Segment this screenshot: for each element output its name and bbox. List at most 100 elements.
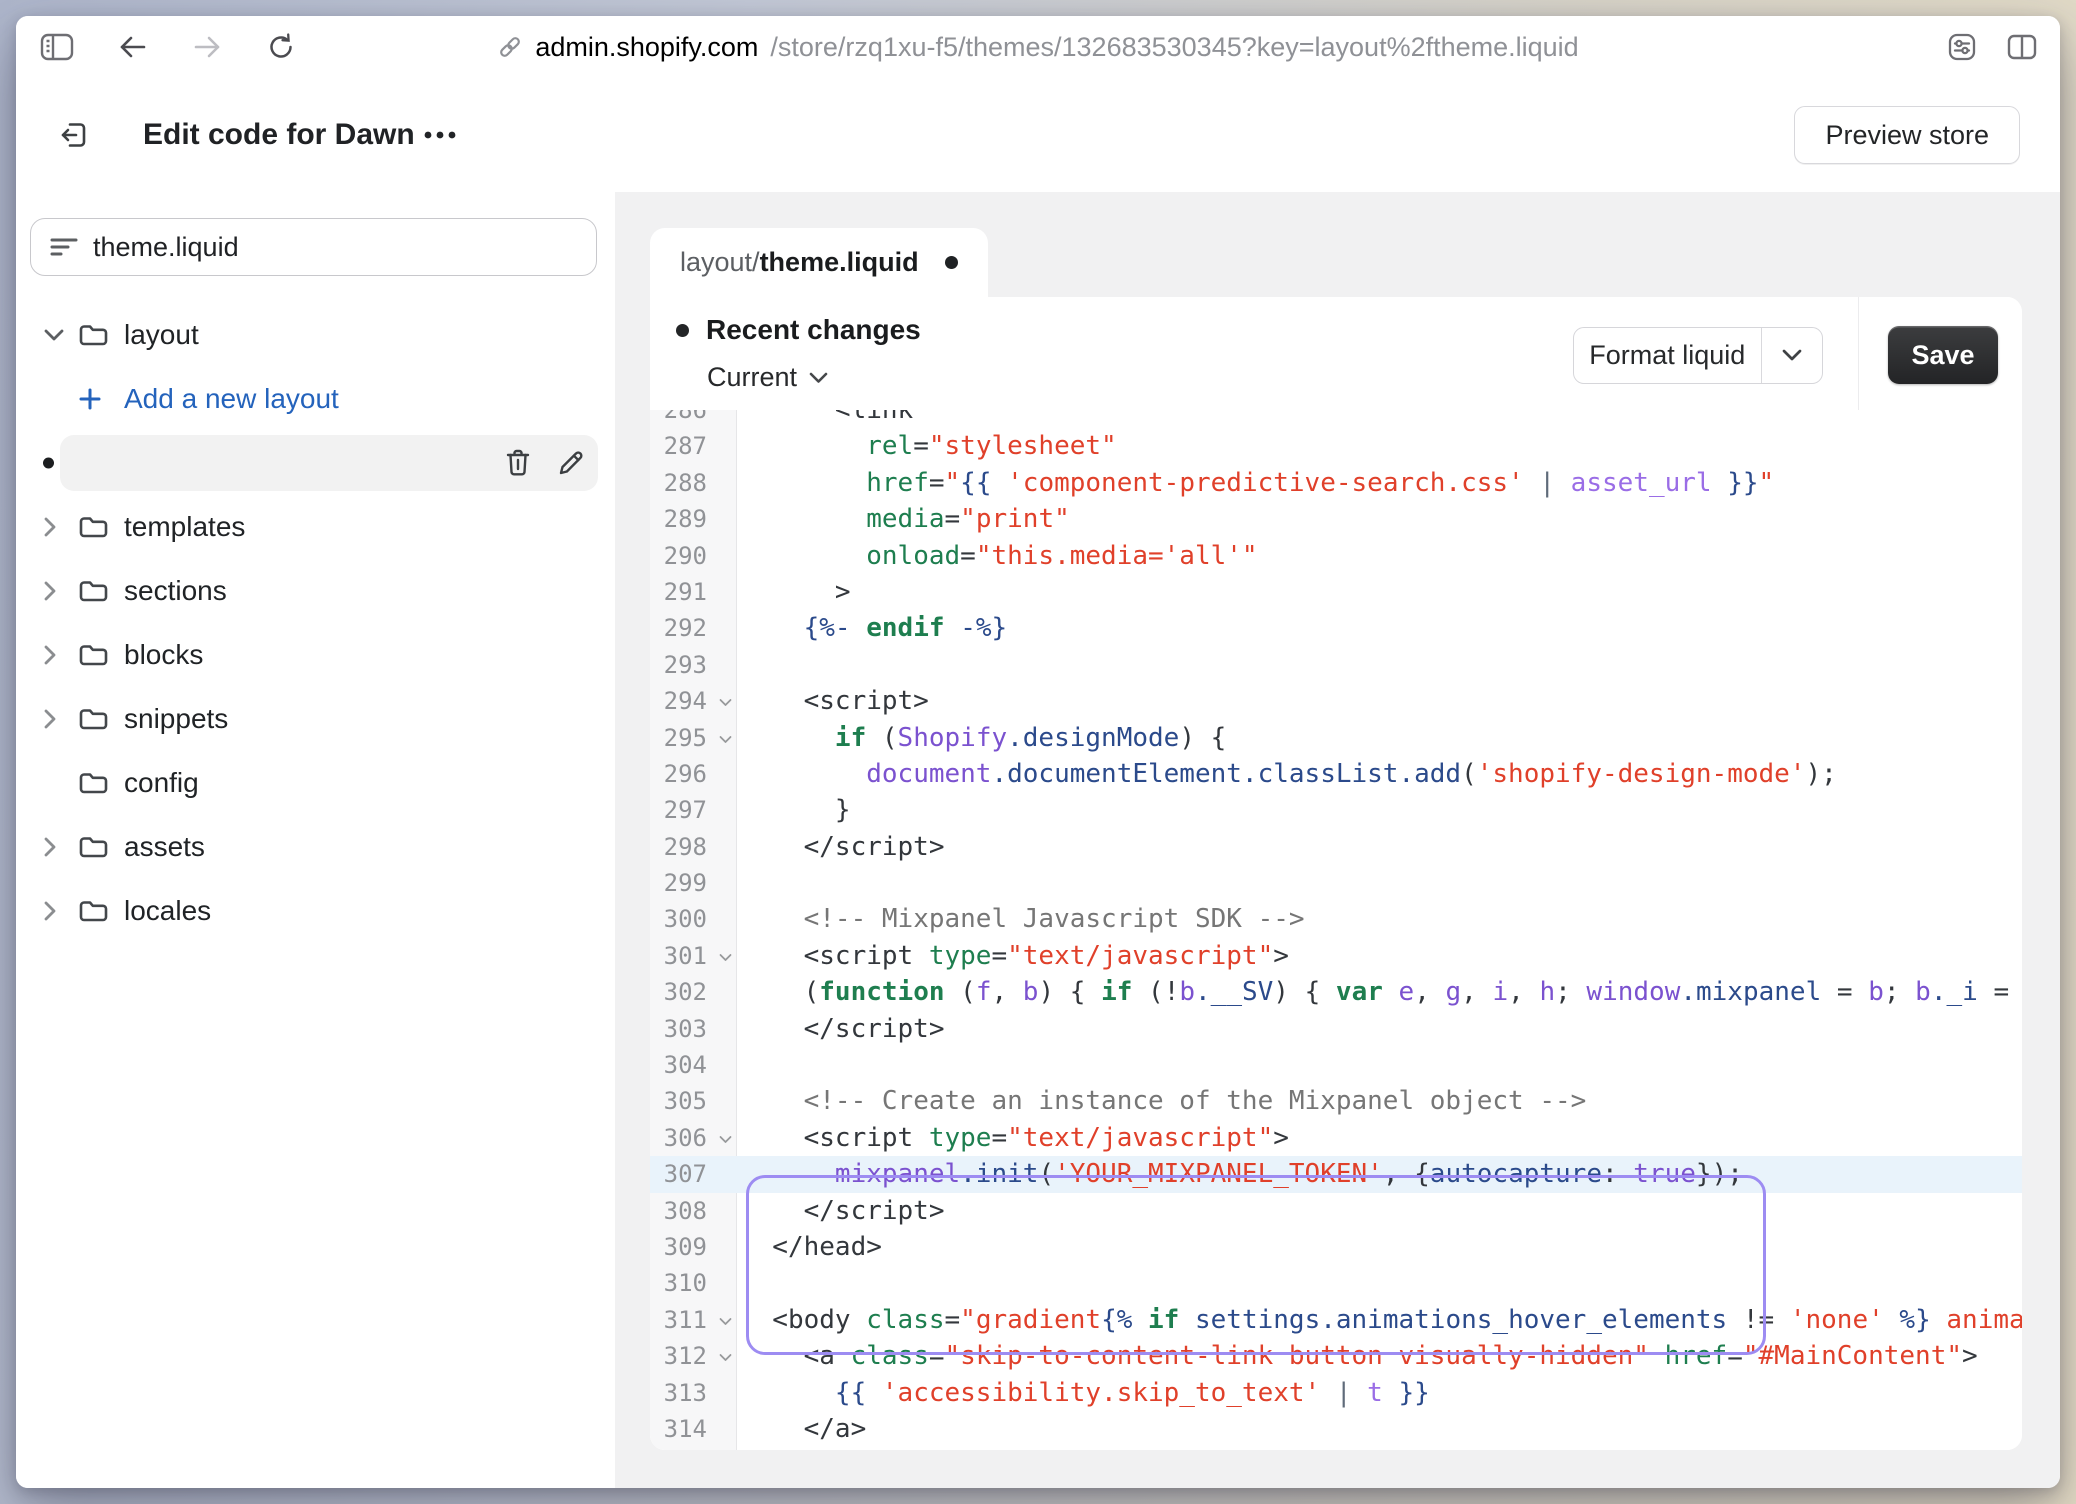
code-line-294[interactable]: 294 <script>	[650, 683, 2022, 719]
code-text: if (Shopify.designMode) {	[737, 720, 2022, 756]
code-text: document.documentElement.classList.add('…	[737, 756, 2022, 792]
code-text: href="{{ 'component-predictive-search.cs…	[737, 465, 2022, 501]
sidebar-item-label: locales	[124, 895, 211, 927]
code-line-304[interactable]: 304	[650, 1047, 2022, 1083]
code-text: </a>	[737, 1411, 2022, 1447]
code-line-308[interactable]: 308 </script>	[650, 1193, 2022, 1229]
code-line-312[interactable]: 312 <a class="skip-to-content-link butto…	[650, 1338, 2022, 1374]
fold-chevron-icon[interactable]	[719, 1317, 732, 1326]
code-line-287[interactable]: 287 rel="stylesheet"	[650, 428, 2022, 464]
reload-icon[interactable]	[266, 32, 296, 62]
sidebar-item-blocks[interactable]: blocks	[16, 627, 615, 683]
tab-theme-liquid[interactable]: layout/theme.liquid	[650, 228, 988, 297]
code-text: <!-- Mixpanel Javascript SDK -->	[737, 901, 2022, 937]
sidebar-action-add-a-new-layout[interactable]: Add a new layout	[16, 371, 615, 427]
code-line-310[interactable]: 310	[650, 1265, 2022, 1301]
back-icon[interactable]	[118, 34, 148, 60]
code-line-296[interactable]: 296 document.documentElement.classList.a…	[650, 756, 2022, 792]
code-line-290[interactable]: 290 onload="this.media='all'"	[650, 538, 2022, 574]
line-number: 304	[650, 1047, 737, 1083]
chevron-down-icon	[1782, 349, 1802, 362]
code-panel: Recent changes Current Format liquid Sav…	[650, 297, 2022, 1450]
line-number: 297	[650, 792, 737, 828]
code-line-297[interactable]: 297 }	[650, 792, 2022, 828]
sidebar-item-config[interactable]: config	[16, 755, 615, 811]
chevron-right-icon[interactable]	[44, 645, 57, 665]
fold-chevron-icon[interactable]	[719, 1354, 732, 1363]
file-search-input[interactable]: theme.liquid	[30, 218, 597, 276]
code-line-305[interactable]: 305 <!-- Create an instance of the Mixpa…	[650, 1083, 2022, 1119]
preview-store-button[interactable]: Preview store	[1794, 106, 2020, 164]
code-line-309[interactable]: 309 </head>	[650, 1229, 2022, 1265]
sidebar-item-layout[interactable]: layout	[16, 307, 615, 363]
chevron-down-icon[interactable]	[44, 329, 64, 342]
split-view-icon[interactable]	[2006, 33, 2038, 61]
chevron-right-icon[interactable]	[44, 581, 57, 601]
code-text: </script>	[737, 829, 2022, 865]
code-line-292[interactable]: 292 {%- endif -%}	[650, 610, 2022, 646]
sidebar-item-sections[interactable]: sections	[16, 563, 615, 619]
sidebar-item-label: templates	[124, 511, 245, 543]
sidebar-item-snippets[interactable]: snippets	[16, 691, 615, 747]
sidebar-item-theme-liquid[interactable]: </>theme.liquid	[16, 435, 615, 491]
code-text: <script type="text/javascript">	[737, 938, 2022, 974]
code-line-288[interactable]: 288 href="{{ 'component-predictive-searc…	[650, 465, 2022, 501]
code-line-311[interactable]: 311 <body class="gradient{% if settings.…	[650, 1302, 2022, 1338]
file-sidebar: theme.liquid layout Add a new layout </>th…	[16, 192, 615, 1488]
sidebar-item-assets[interactable]: assets	[16, 819, 615, 875]
code-line-303[interactable]: 303 </script>	[650, 1011, 2022, 1047]
code-line-306[interactable]: 306 <script type="text/javascript">	[650, 1120, 2022, 1156]
url-bar[interactable]: admin.shopify.com/store/rzq1xu-f5/themes…	[497, 32, 1578, 63]
delete-file-button[interactable]	[505, 449, 531, 477]
fold-chevron-icon[interactable]	[719, 1135, 732, 1144]
code-text	[737, 1047, 2022, 1083]
exit-icon[interactable]	[57, 118, 91, 152]
code-line-302[interactable]: 302 (function (f, b) { if (!b.__SV) { va…	[650, 974, 2022, 1010]
browser-settings-icon[interactable]	[1946, 31, 1978, 63]
sidebar-item-label: assets	[124, 831, 205, 863]
code-line-286[interactable]: 286 <link	[650, 410, 2022, 428]
version-dropdown[interactable]: Current	[707, 362, 828, 393]
sidebar-toggle-icon[interactable]	[40, 33, 74, 61]
format-options-button[interactable]	[1762, 328, 1822, 383]
line-number: 308	[650, 1193, 737, 1229]
code-text: </script>	[737, 1193, 2022, 1229]
folder-icon	[78, 322, 109, 348]
sidebar-item-label: blocks	[124, 639, 203, 671]
code-line-298[interactable]: 298 </script>	[650, 829, 2022, 865]
trash-icon[interactable]	[505, 449, 531, 477]
code-text: </script>	[737, 1011, 2022, 1047]
code-line-301[interactable]: 301 <script type="text/javascript">	[650, 938, 2022, 974]
code-line-314[interactable]: 314 </a>	[650, 1411, 2022, 1447]
code-line-291[interactable]: 291 >	[650, 574, 2022, 610]
chevron-right-icon[interactable]	[44, 517, 57, 537]
line-number: 310	[650, 1265, 737, 1301]
sidebar-item-templates[interactable]: templates	[16, 499, 615, 555]
code-line-299[interactable]: 299	[650, 865, 2022, 901]
chevron-right-icon[interactable]	[44, 901, 57, 921]
fold-chevron-icon[interactable]	[719, 735, 732, 744]
rename-file-button[interactable]	[557, 449, 585, 477]
save-button[interactable]: Save	[1888, 326, 1998, 384]
chevron-right-icon[interactable]	[44, 709, 57, 729]
fold-chevron-icon[interactable]	[719, 699, 732, 708]
code-line-313[interactable]: 313 {{ 'accessibility.skip_to_text' | t …	[650, 1375, 2022, 1411]
code-text: media="print"	[737, 501, 2022, 537]
code-line-307[interactable]: 307 mixpanel.init('YOUR_MIXPANEL_TOKEN',…	[650, 1156, 2022, 1192]
code-line-300[interactable]: 300 <!-- Mixpanel Javascript SDK -->	[650, 901, 2022, 937]
chevron-right-icon[interactable]	[44, 837, 57, 857]
fold-chevron-icon[interactable]	[719, 953, 732, 962]
line-number: 296	[650, 756, 737, 792]
line-number: 291	[650, 574, 737, 610]
code-line-293[interactable]: 293	[650, 647, 2022, 683]
line-number: 305	[650, 1083, 737, 1119]
code-editor[interactable]: 286 <link287 rel="stylesheet"288 href="{…	[650, 410, 2022, 1450]
format-liquid-button[interactable]: Format liquid	[1573, 327, 1823, 384]
more-actions-icon[interactable]	[420, 129, 460, 141]
code-line-295[interactable]: 295 if (Shopify.designMode) {	[650, 720, 2022, 756]
line-number: 292	[650, 610, 737, 646]
url-domain: admin.shopify.com	[535, 32, 758, 63]
code-line-289[interactable]: 289 media="print"	[650, 501, 2022, 537]
pencil-icon[interactable]	[557, 449, 585, 477]
sidebar-item-locales[interactable]: locales	[16, 883, 615, 939]
